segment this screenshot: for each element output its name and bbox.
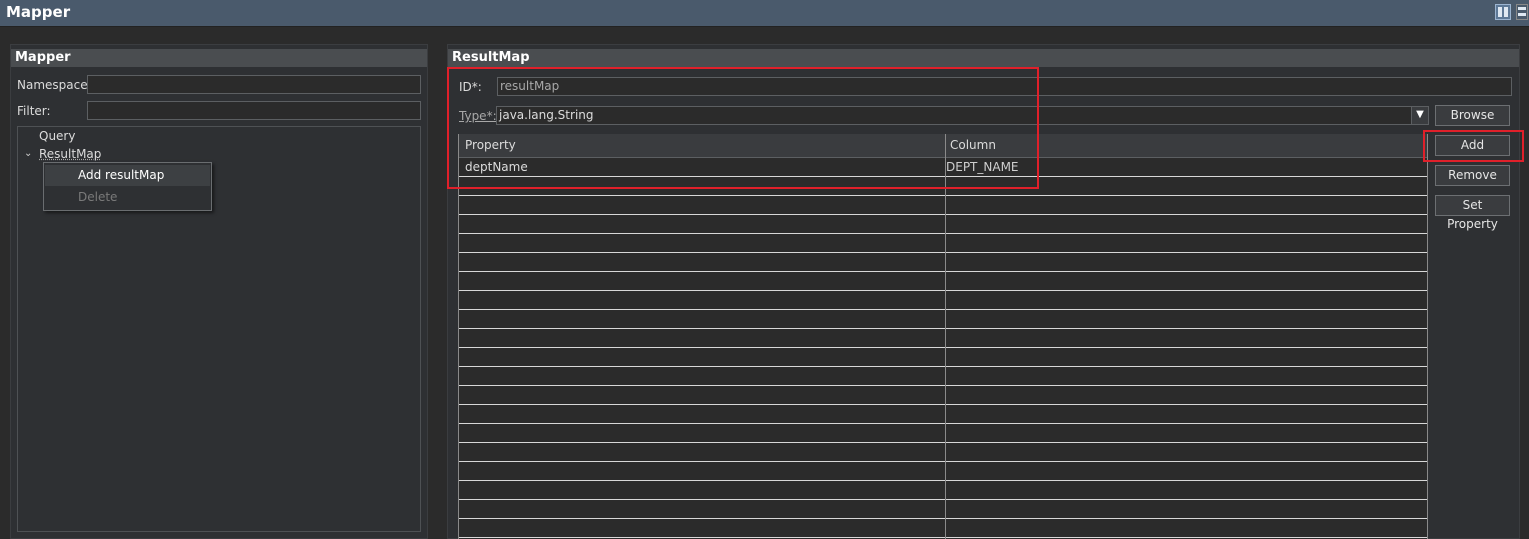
table-row-empty[interactable] — [459, 424, 1427, 443]
columns-layout-icon[interactable] — [1495, 4, 1511, 20]
table-header: Property Column — [459, 134, 1427, 158]
table-row-empty[interactable] — [459, 481, 1427, 500]
resultmap-panel-header: ResultMap — [448, 49, 1519, 67]
table-row-empty[interactable] — [459, 215, 1427, 234]
property-column-table[interactable]: Property Column deptName DEPT_NAME — [458, 134, 1428, 539]
context-menu: Add resultMap Delete — [43, 162, 212, 211]
type-link-label[interactable]: Type*: — [459, 109, 497, 123]
remove-button[interactable]: Remove — [1435, 165, 1510, 186]
window-titlebar: Mapper — [0, 0, 1529, 27]
browse-button[interactable]: Browse — [1435, 105, 1510, 126]
table-row-empty[interactable] — [459, 519, 1427, 538]
menu-item-delete: Delete — [78, 190, 118, 204]
table-row-empty[interactable] — [459, 329, 1427, 348]
namespace-input[interactable] — [87, 75, 421, 94]
table-row-empty[interactable] — [459, 443, 1427, 462]
table-row-empty[interactable] — [459, 272, 1427, 291]
table-row-empty[interactable] — [459, 234, 1427, 253]
dropdown-arrow-icon[interactable]: ▼ — [1411, 107, 1428, 124]
namespace-label: Namespace: — [17, 78, 92, 92]
table-row-empty[interactable] — [459, 177, 1427, 196]
table-row[interactable]: deptName DEPT_NAME — [459, 158, 1427, 177]
mapper-panel: Mapper Namespace: Filter: Query ⌄ Result… — [10, 44, 428, 539]
filter-label: Filter: — [17, 104, 51, 118]
rows-layout-icon[interactable] — [1516, 4, 1528, 20]
table-row-empty[interactable] — [459, 348, 1427, 367]
add-button[interactable]: Add — [1435, 135, 1510, 156]
menu-item-add-resultmap[interactable]: Add resultMap — [45, 165, 210, 186]
table-row-empty[interactable] — [459, 500, 1427, 519]
table-row-empty[interactable] — [459, 291, 1427, 310]
id-label: ID*: — [459, 80, 482, 94]
column-header-property[interactable]: Property — [465, 138, 516, 152]
column-header-column[interactable]: Column — [950, 138, 996, 152]
column-divider — [945, 134, 946, 539]
tree-item-resultmap[interactable]: ResultMap — [39, 147, 101, 161]
table-row-empty[interactable] — [459, 462, 1427, 481]
id-input[interactable]: resultMap — [497, 77, 1512, 96]
window-title: Mapper — [6, 3, 71, 21]
table-row-empty[interactable] — [459, 367, 1427, 386]
mapper-panel-header: Mapper — [11, 49, 427, 67]
table-row-empty[interactable] — [459, 405, 1427, 424]
filter-input[interactable] — [87, 101, 421, 120]
cell-column-editor[interactable]: DEPT_NAME — [946, 158, 1019, 176]
tree-item-query[interactable]: Query — [39, 129, 75, 143]
set-property-button[interactable]: Set Property — [1435, 195, 1510, 231]
chevron-down-icon[interactable]: ⌄ — [24, 148, 32, 159]
table-row-empty[interactable] — [459, 310, 1427, 329]
cell-property[interactable]: deptName — [465, 160, 528, 174]
table-row-empty[interactable] — [459, 253, 1427, 272]
table-row-empty[interactable] — [459, 196, 1427, 215]
table-row-empty[interactable] — [459, 386, 1427, 405]
type-select[interactable]: java.lang.String — [496, 106, 1429, 125]
